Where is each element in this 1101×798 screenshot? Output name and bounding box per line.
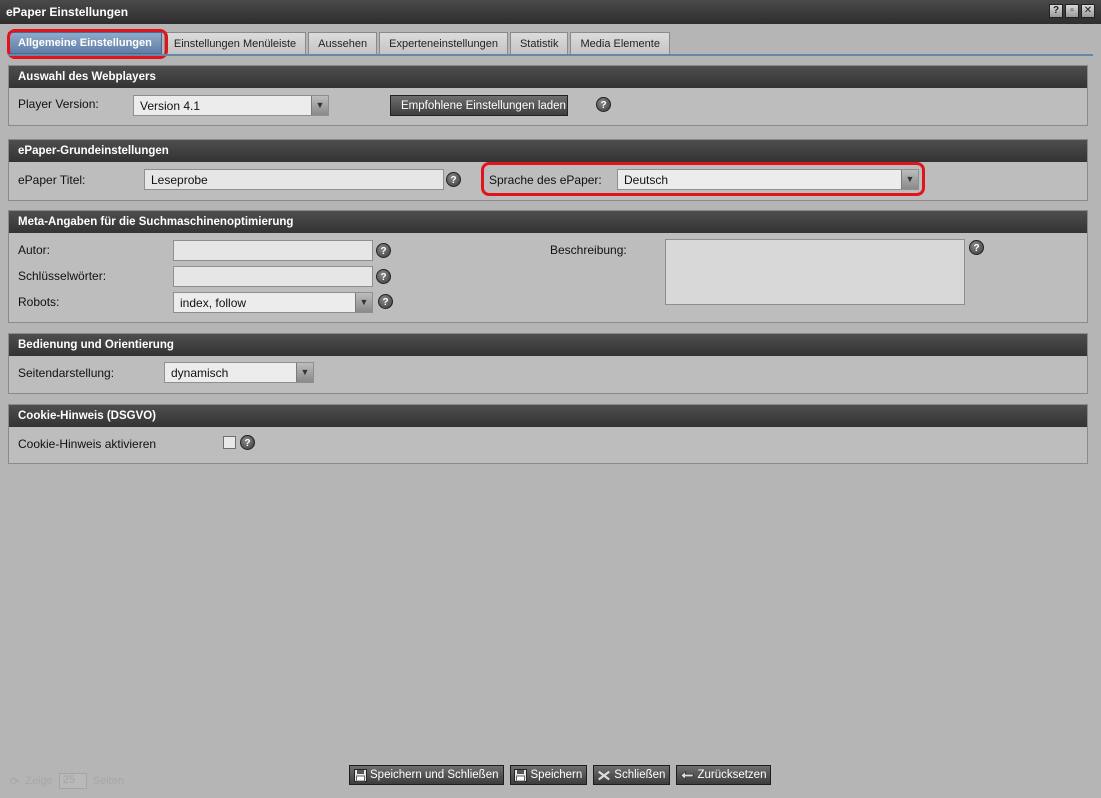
help-icon[interactable]: ? <box>596 97 611 112</box>
player-version-label: Player Version: <box>18 97 99 111</box>
author-label: Autor: <box>18 243 51 257</box>
keywords-label: Schlüsselwörter: <box>18 269 107 283</box>
help-icon[interactable]: ? <box>240 435 255 450</box>
panel-header: Bedienung und Orientierung <box>9 334 1087 356</box>
tab-general[interactable]: Allgemeine Einstellungen <box>8 32 162 54</box>
robots-value: index, follow <box>180 296 247 310</box>
navigation-panel: Bedienung und Orientierung Seitendarstel… <box>8 333 1088 394</box>
reset-button[interactable]: Zurücksetzen <box>676 765 772 785</box>
tab-media[interactable]: Media Elemente <box>570 32 670 54</box>
pager-show-label: Zeige <box>25 775 53 787</box>
close-icon[interactable]: ✕ <box>1081 4 1095 18</box>
help-icon[interactable]: ? <box>376 243 391 258</box>
help-icon[interactable]: ? <box>376 269 391 284</box>
close-icon <box>597 768 611 782</box>
webplayer-panel: Auswahl des Webplayers Player Version: V… <box>8 65 1088 126</box>
cookie-activate-label: Cookie-Hinweis aktivieren <box>18 437 157 451</box>
save-and-close-label: Speichern und Schließen <box>370 769 499 781</box>
help-icon[interactable]: ? <box>446 172 461 187</box>
window-controls: ? ▫ ✕ <box>1049 4 1095 18</box>
language-value: Deutsch <box>624 173 669 187</box>
close-label: Schließen <box>614 769 666 781</box>
seo-panel: Meta-Angaben für die Suchmaschinenoptimi… <box>8 210 1088 323</box>
pager-pages-label: Seiten <box>92 775 124 787</box>
tab-bar: Allgemeine Einstellungen Einstellungen M… <box>8 32 672 55</box>
robots-label: Robots: <box>18 295 60 309</box>
tab-statistics[interactable]: Statistik <box>509 32 569 54</box>
panel-header: ePaper-Grundeinstellungen <box>9 140 1087 162</box>
save-icon <box>353 768 367 782</box>
player-version-value: Version 4.1 <box>140 99 201 113</box>
pager-per-page: 25 <box>58 773 87 789</box>
background-pager: ⟳ Zeige 25 Seiten <box>10 773 124 789</box>
close-button[interactable]: Schließen <box>593 765 671 785</box>
chevron-down-icon: ▼ <box>901 170 918 189</box>
save-label: Speichern <box>530 769 583 781</box>
tab-expert[interactable]: Experteneinstellungen <box>379 32 508 54</box>
window-title: ePaper Einstellungen <box>6 5 129 19</box>
page-display-value: dynamisch <box>171 366 229 380</box>
load-recommended-button[interactable]: Empfohlene Einstellungen laden <box>390 95 568 116</box>
page-display-select[interactable]: dynamisch ▼ <box>164 362 314 383</box>
chevron-down-icon: ▼ <box>355 293 372 312</box>
refresh-icon: ⟳ <box>10 775 20 788</box>
language-label: Sprache des ePaper: <box>489 173 602 187</box>
robots-select[interactable]: index, follow ▼ <box>173 292 373 313</box>
help-icon[interactable]: ? <box>1049 4 1063 18</box>
help-icon[interactable]: ? <box>378 294 393 309</box>
page-display-label: Seitendarstellung: <box>18 366 115 380</box>
chevron-down-icon: ▼ <box>311 96 328 115</box>
epaper-title-label: ePaper Titel: <box>18 173 86 187</box>
author-input[interactable] <box>173 240 373 261</box>
reset-icon <box>680 768 694 782</box>
help-icon[interactable]: ? <box>969 240 984 255</box>
description-textarea[interactable] <box>665 239 965 305</box>
tab-menubar[interactable]: Einstellungen Menüleiste <box>163 32 307 54</box>
basics-panel: ePaper-Grundeinstellungen ePaper Titel: … <box>8 139 1088 201</box>
epaper-title-input[interactable] <box>144 169 444 190</box>
footer-buttons: Speichern und Schließen Speichern Schlie… <box>349 765 772 785</box>
description-label: Beschreibung: <box>550 243 627 257</box>
panel-header: Auswahl des Webplayers <box>9 66 1087 88</box>
chevron-down-icon: ▼ <box>296 363 313 382</box>
cookie-activate-checkbox[interactable] <box>223 436 236 449</box>
save-button[interactable]: Speichern <box>509 765 588 785</box>
tab-underline <box>8 54 1093 56</box>
cookie-panel: Cookie-Hinweis (DSGVO) Cookie-Hinweis ak… <box>8 404 1088 464</box>
window-titlebar: ePaper Einstellungen ? ▫ ✕ <box>0 0 1101 24</box>
maximize-icon[interactable]: ▫ <box>1065 4 1079 18</box>
panel-header: Meta-Angaben für die Suchmaschinenoptimi… <box>9 211 1087 233</box>
save-icon <box>514 768 528 782</box>
reset-label: Zurücksetzen <box>697 769 767 781</box>
save-and-close-button[interactable]: Speichern und Schließen <box>349 765 504 785</box>
panel-header: Cookie-Hinweis (DSGVO) <box>9 405 1087 427</box>
player-version-select[interactable]: Version 4.1 ▼ <box>133 95 329 116</box>
keywords-input[interactable] <box>173 266 373 287</box>
tab-appearance[interactable]: Aussehen <box>308 32 378 54</box>
language-select[interactable]: Deutsch ▼ <box>617 169 919 190</box>
